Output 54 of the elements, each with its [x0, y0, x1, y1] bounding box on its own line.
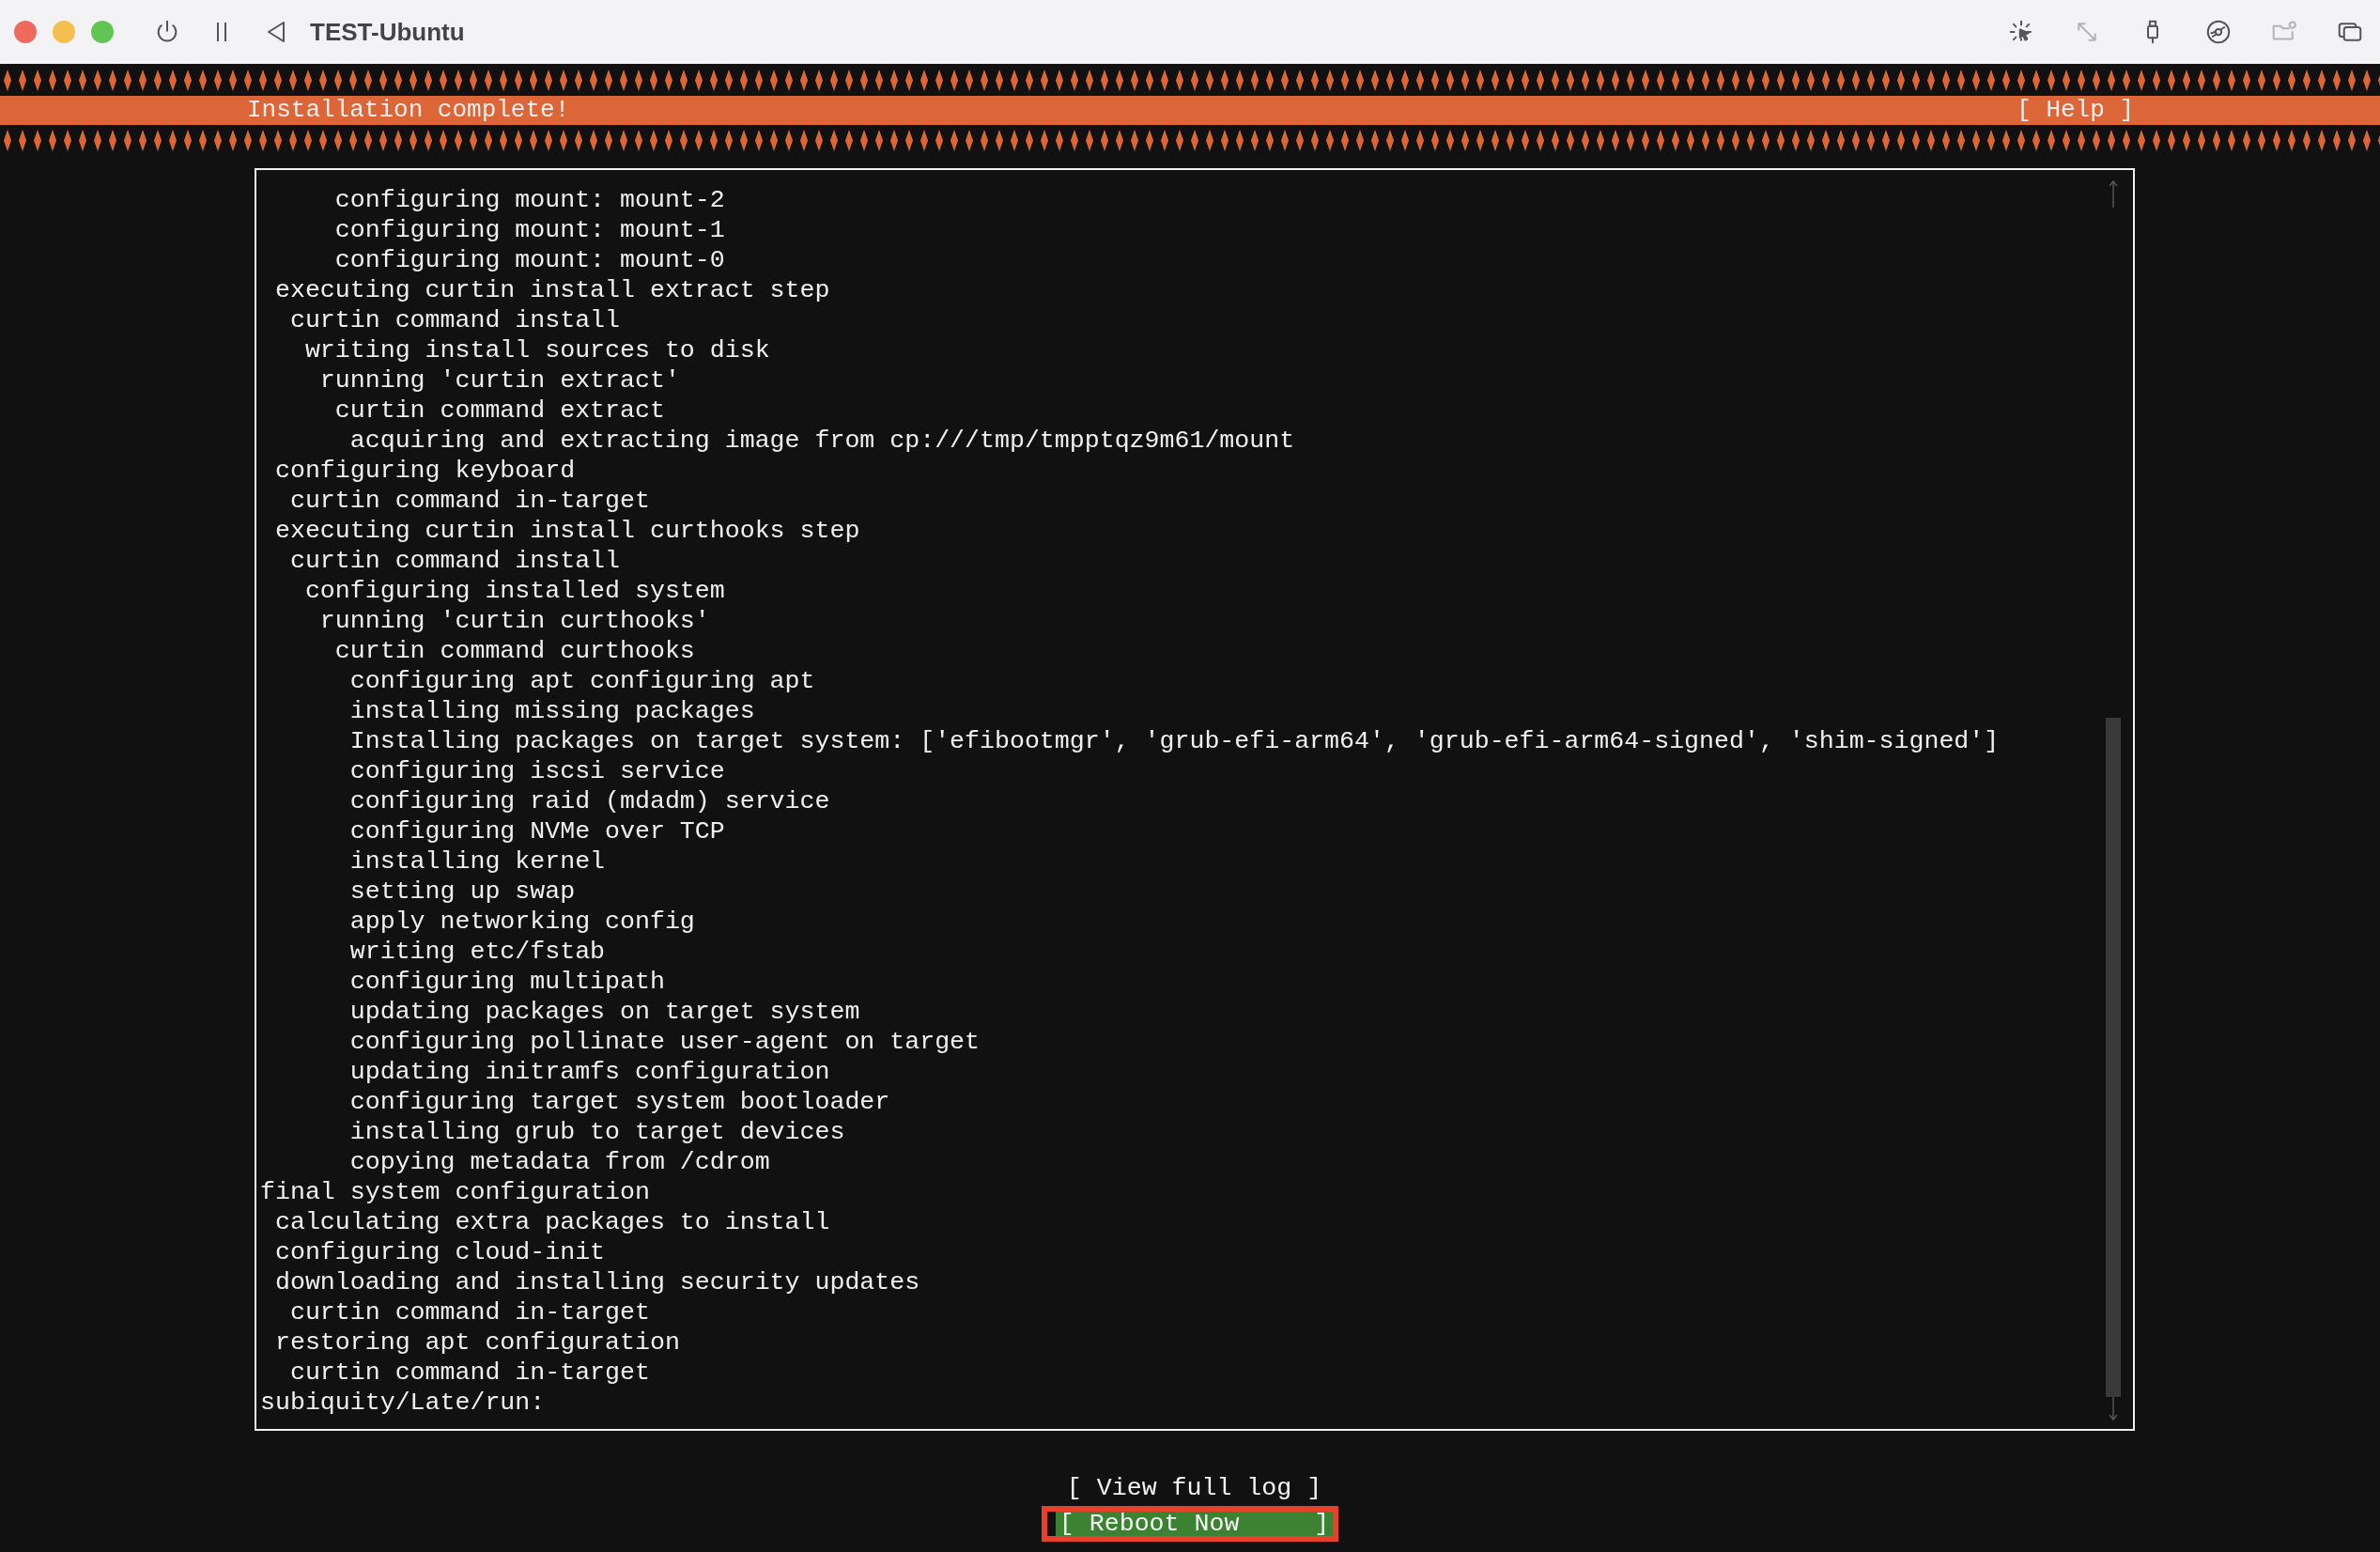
log-line: configuring target system bootloader [348, 1087, 890, 1117]
log-line: apply networking config [348, 907, 695, 937]
scroll-down-arrow-icon[interactable] [2108, 1397, 2119, 1421]
scroll-up-arrow-icon[interactable] [2108, 179, 2119, 208]
log-line: curtin command extract [333, 396, 665, 426]
log-line: configuring installed system [303, 576, 725, 606]
log-line: configuring raid (mdadm) service [348, 786, 830, 816]
log-line: running 'curtin curthooks' [318, 606, 710, 636]
window-title: TEST-Ubuntu [310, 16, 465, 48]
log-line: curtin command install [288, 546, 620, 576]
log-line: configuring multipath [348, 967, 665, 997]
log-line: configuring keyboard [273, 456, 576, 486]
log-line: restoring apt configuration [273, 1327, 680, 1358]
close-button[interactable] [14, 21, 37, 43]
log-line: configuring mount: mount-1 [333, 215, 725, 245]
disc-icon[interactable] [2204, 18, 2233, 46]
log-line: acquiring and extracting image from cp:///tmp/tmpptqz9m61/mount [348, 426, 1295, 456]
log-line: installing kernel [348, 846, 606, 877]
log-line: curtin command in-target [288, 486, 650, 516]
log-line: configuring cloud-init [273, 1237, 606, 1267]
log-line: subiquity/Late/run: [260, 1388, 547, 1418]
scrollbar-thumb[interactable] [2106, 717, 2121, 1397]
log-line: updating initramfs configuration [348, 1057, 830, 1087]
log-line: installing grub to target devices [348, 1117, 845, 1147]
log-line: calculating extra packages to install [273, 1207, 830, 1237]
log-line: executing curtin install extract step [273, 275, 830, 305]
log-line: running 'curtin extract' [318, 365, 680, 396]
log-line: copying metadata from /cdrom [348, 1147, 770, 1177]
text-cursor [1046, 1512, 1056, 1536]
log-line: configuring mount: mount-0 [333, 245, 725, 275]
back-triangle-icon[interactable] [265, 20, 287, 44]
log-line: Installing packages on target system: ['efibootmgr', 'grub-efi-arm64', 'grub-efi-arm64-signed', 'shim-signed'] [348, 726, 2000, 756]
log-line: downloading and installing security updates [273, 1267, 920, 1297]
log-line: writing etc/fstab [348, 937, 606, 967]
log-line: configuring apt configuring apt [348, 666, 815, 696]
log-line: curtin command in-target [288, 1358, 650, 1388]
log-line: setting up swap [348, 877, 576, 907]
log-line: writing install sources to disk [303, 335, 770, 365]
log-line: installing missing packages [348, 696, 755, 726]
log-line: curtin command in-target [288, 1297, 650, 1327]
zoom-button[interactable] [91, 21, 114, 43]
header-title: Installation complete! [247, 96, 570, 125]
log-line: configuring pollinate user-agent on target [348, 1027, 981, 1057]
log-line: executing curtin install curthooks step [273, 516, 860, 546]
log-line: configuring NVMe over TCP [348, 816, 725, 846]
log-line: updating packages on target system [348, 997, 860, 1027]
menu-button[interactable]: [ View full log ] [1062, 1476, 1326, 1500]
log-line: curtin command install [288, 305, 620, 335]
minimize-button[interactable] [53, 21, 75, 43]
log-line: curtin command curthooks [333, 636, 695, 666]
help-link[interactable]: [ Help ] [2017, 96, 2134, 125]
log-line: final system configuration [260, 1177, 650, 1207]
log-line: configuring iscsi service [348, 756, 725, 786]
log-line: configuring mount: mount-2 [333, 185, 725, 215]
